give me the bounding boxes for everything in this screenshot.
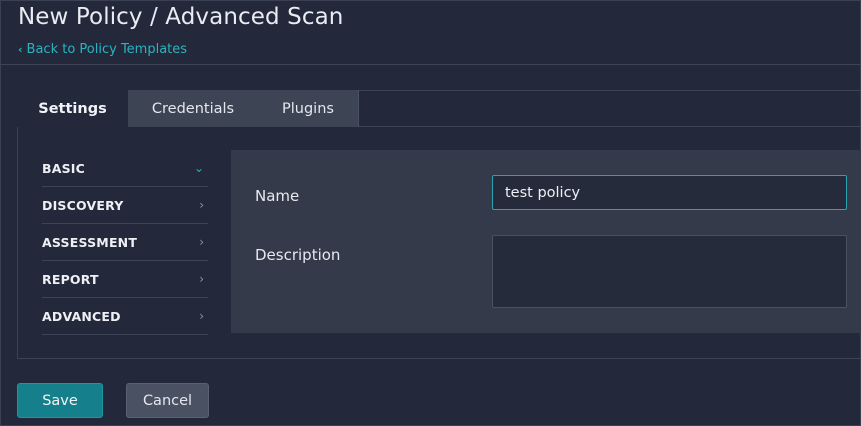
chevron-right-icon: ›	[199, 235, 204, 249]
back-link-label: Back to Policy Templates	[26, 42, 188, 57]
tab-divider	[359, 126, 861, 127]
settings-sidebar: BASIC ⌄ DISCOVERY › ASSESSMENT › REPORT …	[42, 150, 208, 335]
chevron-right-icon: ›	[199, 309, 204, 323]
chevron-right-icon: ›	[199, 272, 204, 286]
sidebar-item-label: DISCOVERY	[42, 197, 124, 213]
save-button[interactable]: Save	[17, 383, 103, 418]
name-label: Name	[255, 187, 300, 205]
description-label: Description	[255, 246, 341, 264]
chevron-left-icon: ‹	[18, 43, 23, 56]
sidebar-item-assessment[interactable]: ASSESSMENT ›	[42, 224, 208, 261]
description-input[interactable]	[492, 235, 847, 308]
header-divider	[0, 64, 861, 65]
chevron-down-icon: ⌄	[193, 161, 204, 175]
sidebar-item-basic[interactable]: BASIC ⌄	[42, 150, 208, 187]
back-to-templates-link[interactable]: ‹ Back to Policy Templates	[18, 42, 187, 57]
cancel-button[interactable]: Cancel	[126, 383, 209, 418]
tab-plugins[interactable]: Plugins	[258, 90, 359, 127]
sidebar-item-label: BASIC	[42, 160, 86, 176]
sidebar-item-label: REPORT	[42, 271, 99, 287]
sidebar-item-report[interactable]: REPORT ›	[42, 261, 208, 298]
tab-credentials[interactable]: Credentials	[128, 90, 258, 127]
name-input[interactable]	[492, 175, 847, 210]
sidebar-item-advanced[interactable]: ADVANCED ›	[42, 298, 208, 335]
chevron-right-icon: ›	[199, 198, 204, 212]
tab-bar: Settings Credentials Plugins	[17, 90, 359, 127]
sidebar-item-label: ASSESSMENT	[42, 234, 138, 250]
tab-settings[interactable]: Settings	[17, 90, 128, 127]
sidebar-item-discovery[interactable]: DISCOVERY ›	[42, 187, 208, 224]
page-title: New Policy / Advanced Scan	[18, 4, 344, 30]
sidebar-item-label: ADVANCED	[42, 308, 121, 324]
